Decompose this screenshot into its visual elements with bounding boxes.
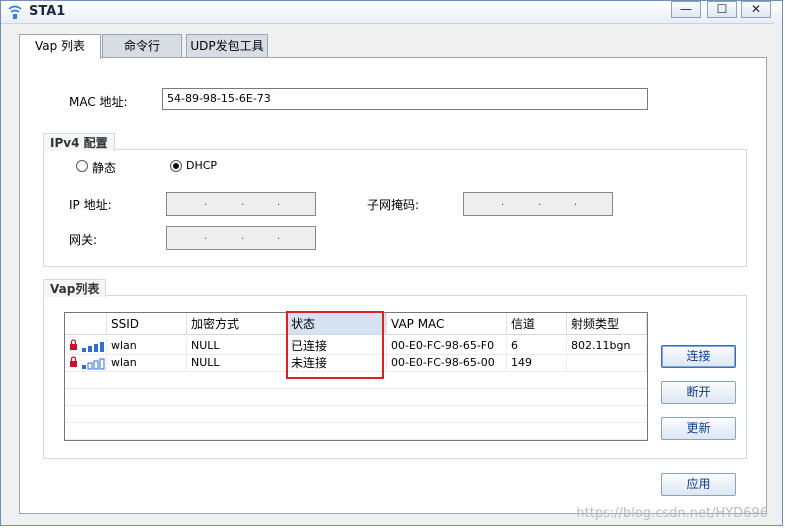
cell-status: 未连接 (287, 355, 387, 372)
column-header-status[interactable]: 状态 (287, 313, 387, 335)
cell-ssid: wlan (107, 355, 187, 372)
close-button[interactable]: ✕ (741, 1, 771, 18)
tab-command-line[interactable]: 命令行 (102, 34, 182, 58)
table-row-empty (65, 372, 647, 389)
dhcp-radio-label: DHCP (186, 159, 218, 172)
column-header-ssid[interactable]: SSID (107, 313, 187, 335)
window-title: STA1 (29, 4, 66, 19)
minimize-button[interactable]: — (671, 1, 701, 18)
column-header-radio-type[interactable]: 射频类型 (567, 313, 647, 335)
table-row-empty (65, 389, 647, 406)
column-header-channel[interactable]: 信道 (507, 313, 567, 335)
mac-label: MAC 地址: (69, 95, 128, 109)
vap-table: SSID 加密方式 状态 VAP MAC 信道 射频类型 wlan NULL 已… (64, 312, 648, 441)
cell-radio-type: 802.11bgn (567, 338, 647, 355)
gateway-label: 网关: (69, 233, 98, 247)
signal-strength-icon (82, 342, 104, 352)
column-header-icon[interactable] (65, 313, 107, 335)
vap-group-title: Vap列表 (43, 279, 107, 297)
static-radio[interactable] (76, 160, 88, 172)
refresh-button[interactable]: 更新 (661, 417, 736, 440)
apply-button[interactable]: 应用 (661, 473, 736, 496)
cell-status: 已连接 (287, 338, 387, 355)
vertical-scrollbar[interactable] (774, 23, 782, 521)
cell-channel: 6 (507, 338, 567, 355)
app-network-icon (8, 5, 22, 19)
table-row-empty (65, 406, 647, 423)
dhcp-radio[interactable] (170, 160, 182, 172)
ipv4-group-title: IPv4 配置 (43, 133, 115, 151)
tab-udp-tool[interactable]: UDP发包工具 (186, 34, 268, 58)
cell-radio-type (567, 355, 647, 372)
cell-encryption: NULL (187, 338, 287, 355)
ip-address-field[interactable]: ... (166, 192, 316, 216)
column-header-encryption[interactable]: 加密方式 (187, 313, 287, 335)
disconnect-button[interactable]: 断开 (661, 381, 736, 404)
table-row[interactable]: wlan NULL 已连接 00-E0-FC-98-65-F0 6 802.11… (65, 338, 647, 355)
mac-address-field[interactable]: 54-89-98-15-6E-73 (162, 88, 648, 110)
tab-vap-list[interactable]: Vap 列表 (19, 34, 101, 59)
title-bar[interactable]: STA1 — ☐ ✕ (1, 1, 782, 24)
cell-ssid: wlan (107, 338, 187, 355)
static-radio-label: 静态 (92, 161, 117, 175)
cell-encryption: NULL (187, 355, 287, 372)
table-row[interactable]: wlan NULL 未连接 00-E0-FC-98-65-00 149 (65, 355, 647, 372)
cell-vap-mac: 00-E0-FC-98-65-00 (387, 355, 507, 372)
ip-address-label: IP 地址: (69, 198, 112, 212)
sta1-window: STA1 — ☐ ✕ Vap 列表 命令行 UDP发包工具 MAC 地址: 54… (0, 0, 783, 526)
cell-vap-mac: 00-E0-FC-98-65-F0 (387, 338, 507, 355)
watermark: https://blog.csdn.net/HYD696 (576, 506, 768, 521)
gateway-field[interactable]: ... (166, 226, 316, 250)
signal-strength-icon (82, 358, 105, 370)
table-row-empty (65, 423, 647, 440)
subnet-mask-field[interactable]: ... (463, 192, 613, 216)
subnet-mask-label: 子网掩码: (367, 198, 420, 212)
cell-channel: 149 (507, 355, 567, 372)
maximize-button[interactable]: ☐ (707, 1, 737, 18)
connect-button[interactable]: 连接 (661, 345, 736, 368)
column-header-vap-mac[interactable]: VAP MAC (387, 313, 507, 335)
